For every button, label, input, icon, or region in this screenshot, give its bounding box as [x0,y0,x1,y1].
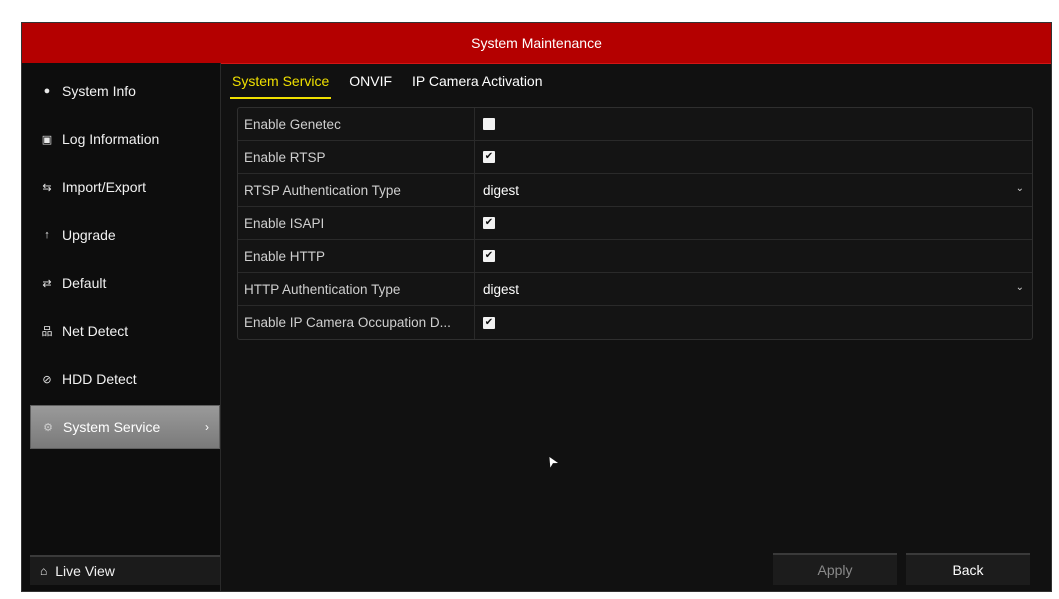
tab-bar: System Service ONVIF IP Camera Activatio… [230,71,545,99]
chevron-right-icon: › [205,420,209,434]
sidebar: ● System Info ▣ Log Information ⇆ Import… [22,63,221,591]
setting-row-rtsp-auth-type: RTSP Authentication Type digest ⌄ [238,174,1032,207]
setting-label: Enable Genetec [238,108,475,140]
tab-system-service[interactable]: System Service [230,71,332,99]
sidebar-item-hdd-detect[interactable]: ⊘ HDD Detect [30,357,220,401]
exclamation-circle-icon: ● [43,85,51,97]
apply-button[interactable]: Apply [773,553,897,585]
select-value: digest [483,281,520,297]
sidebar-item-system-service[interactable]: ⚙ System Service › [30,405,220,449]
system-maintenance-window: System Maintenance ● System Info ▣ Log I… [21,22,1052,592]
sidebar-item-upgrade[interactable]: ↑ Upgrade [30,213,220,257]
live-view-label: Live View [55,563,115,579]
chevron-down-icon: ⌄ [1015,183,1024,194]
network-icon: 品 [41,326,53,338]
sidebar-item-label: Import/Export [62,179,147,195]
tab-ip-camera-activation[interactable]: IP Camera Activation [410,71,544,99]
enable-isapi-checkbox[interactable]: ✔ [483,217,495,229]
setting-row-enable-ip-camera-occupation: Enable IP Camera Occupation D... ✔ [238,306,1032,339]
sidebar-item-label: Upgrade [62,227,116,243]
enable-ip-camera-occupation-checkbox[interactable]: ✔ [483,316,495,329]
sidebar-item-label: Net Detect [62,323,129,339]
setting-row-enable-rtsp: Enable RTSP ✔ [238,141,1032,174]
setting-label: HTTP Authentication Type [238,273,475,305]
sidebar-item-default[interactable]: ⇄ Default [30,261,220,305]
enable-genetec-checkbox[interactable] [483,118,495,130]
sidebar-item-net-detect[interactable]: 品 Net Detect [30,309,220,353]
home-icon: ⌂ [40,564,48,578]
sidebar-item-import-export[interactable]: ⇆ Import/Export [30,165,220,209]
enable-http-checkbox[interactable]: ✔ [483,250,495,262]
sidebar-item-log-information[interactable]: ▣ Log Information [30,117,220,161]
default-reset-icon: ⇄ [42,277,52,290]
rtsp-auth-type-select[interactable]: digest ⌄ [475,174,1032,206]
sidebar-item-label: System Info [62,83,136,99]
sidebar-item-label: Log Information [62,131,160,147]
select-value: digest [483,182,520,198]
enable-rtsp-checkbox[interactable]: ✔ [483,151,495,163]
sidebar-item-label: Default [62,275,107,291]
log-document-icon: ▣ [41,133,53,146]
sidebar-item-label: HDD Detect [62,371,137,387]
import-export-icon: ⇆ [42,181,52,194]
setting-label: Enable ISAPI [238,207,475,239]
tab-onvif[interactable]: ONVIF [347,71,394,99]
setting-row-enable-http: Enable HTTP ✔ [238,240,1032,273]
window-title: System Maintenance [22,23,1051,64]
setting-label: Enable RTSP [238,141,475,173]
mouse-pointer-icon: ➤ [541,452,562,471]
setting-label: Enable IP Camera Occupation D... [238,306,475,339]
gear-icon: ⚙ [43,421,53,434]
sidebar-item-system-info[interactable]: ● System Info [30,69,220,113]
setting-row-enable-isapi: Enable ISAPI ✔ [238,207,1032,240]
setting-row-enable-genetec: Enable Genetec [238,108,1032,141]
sidebar-item-label: System Service [63,419,161,435]
settings-table: Enable Genetec Enable RTSP ✔ RTSP Authen… [237,107,1033,340]
chevron-down-icon: ⌄ [1015,282,1024,293]
upgrade-arrow-icon: ↑ [44,229,50,241]
hdd-detect-icon: ⊘ [42,373,52,386]
http-auth-type-select[interactable]: digest ⌄ [475,273,1032,305]
live-view-button[interactable]: ⌂ Live View [30,555,220,585]
setting-label: Enable HTTP [238,240,475,272]
setting-row-http-auth-type: HTTP Authentication Type digest ⌄ [238,273,1032,306]
back-button[interactable]: Back [906,553,1030,585]
setting-label: RTSP Authentication Type [238,174,475,206]
